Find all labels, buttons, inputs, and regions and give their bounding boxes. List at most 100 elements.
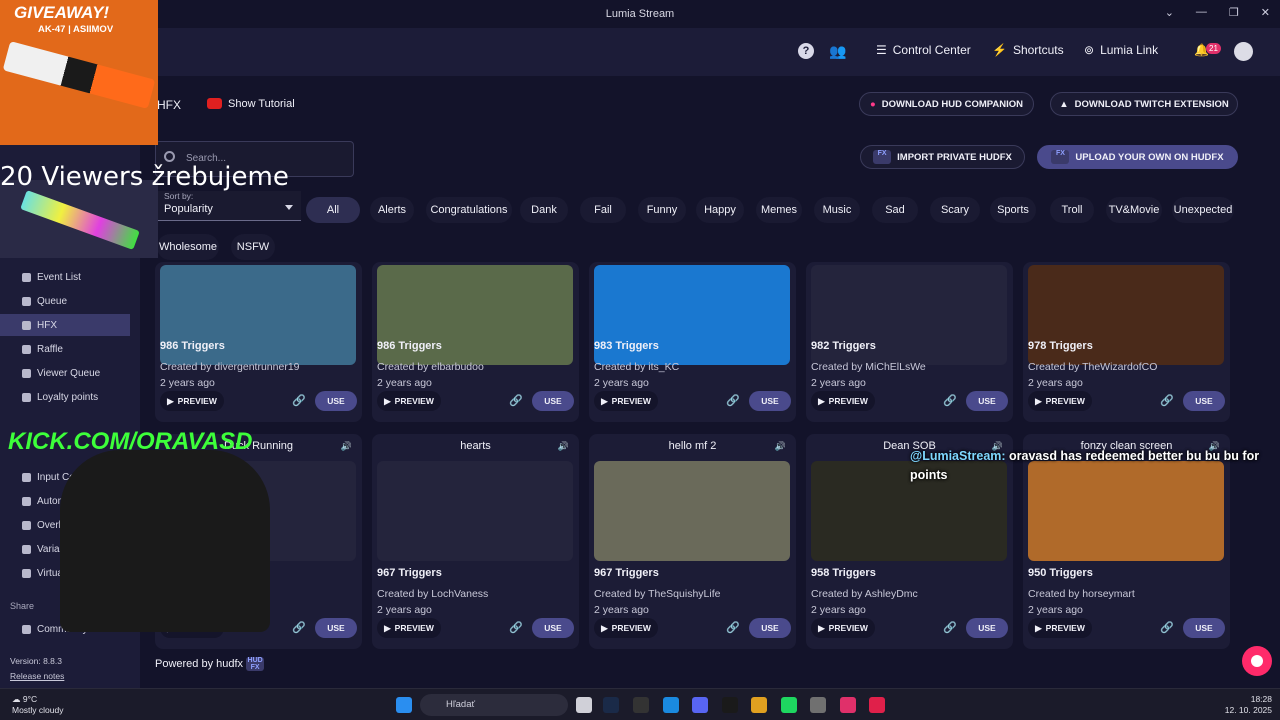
app-icon[interactable] (633, 697, 649, 713)
hfx-card[interactable]: 986 Triggers Created by elbarbudoo 2 years… (372, 262, 579, 422)
close-icon[interactable]: ✕ (1261, 6, 1270, 19)
sound-icon[interactable]: 🔊 (558, 441, 569, 452)
control-center-button[interactable]: ☰ Control Center (876, 43, 971, 57)
chat-fab-button[interactable] (1242, 646, 1272, 676)
sidebar-item-queue[interactable]: Queue (0, 290, 130, 312)
preview-button[interactable]: ▶PREVIEW (1028, 618, 1092, 638)
steam-icon[interactable] (603, 697, 619, 713)
hfx-card[interactable]: 982 Triggers Created by MiChElLsWe 2 years… (806, 262, 1013, 422)
use-button[interactable]: USE (966, 391, 1008, 411)
filter-chip-wholesome[interactable]: Wholesome (157, 234, 219, 260)
filter-chip-unexpected[interactable]: Unexpected (1172, 197, 1234, 223)
filter-chip-memes[interactable]: Memes (756, 197, 802, 223)
link-icon[interactable]: 🔗 (943, 621, 957, 634)
file-explorer-icon[interactable] (576, 697, 592, 713)
hfx-card[interactable]: hearts 🔊 967 Triggers Created by LochVaness… (372, 434, 579, 649)
preview-button[interactable]: ▶PREVIEW (1028, 391, 1092, 411)
import-private-hudfx-button[interactable]: FX IMPORT PRIVATE HUDFX (860, 145, 1025, 169)
preview-button[interactable]: ▶PREVIEW (160, 391, 224, 411)
filter-chip-scary[interactable]: Scary (930, 197, 980, 223)
hfx-card[interactable]: 986 Triggers Created by divergentrunner19… (155, 262, 362, 422)
link-icon[interactable]: 🔗 (292, 394, 306, 407)
tiktok-icon[interactable] (869, 697, 885, 713)
preview-button[interactable]: ▶PREVIEW (594, 391, 658, 411)
link-icon[interactable]: 🔗 (509, 621, 523, 634)
filter-chip-alerts[interactable]: Alerts (370, 197, 414, 223)
trigger-count: 983 Triggers (594, 340, 659, 352)
discord-icon[interactable] (692, 697, 708, 713)
use-button[interactable]: USE (1183, 391, 1225, 411)
release-notes-link[interactable]: Release notes (10, 671, 64, 681)
filter-chip-happy[interactable]: Happy (696, 197, 744, 223)
use-button[interactable]: USE (966, 618, 1008, 638)
link-icon[interactable]: 🔗 (1160, 394, 1174, 407)
sidebar-item-hfx[interactable]: HFX (0, 314, 130, 336)
coin-icon (22, 392, 31, 402)
link-icon[interactable]: 🔗 (943, 394, 957, 407)
filter-chip-sad[interactable]: Sad (872, 197, 918, 223)
sidebar-item-viewer-queue[interactable]: Viewer Queue (0, 362, 130, 384)
hfx-card[interactable]: 978 Triggers Created by TheWizardofCO 2 ye… (1023, 262, 1230, 422)
app-icon[interactable] (722, 697, 738, 713)
filter-chip-sports[interactable]: Sports (990, 197, 1036, 223)
top-nav: ? 👥 ☰ Control Center ⚡ Shortcuts ⊚ Lumia Li… (0, 28, 1280, 76)
link-icon[interactable]: 🔗 (726, 621, 740, 634)
windows-start-icon[interactable] (396, 697, 412, 713)
users-button[interactable]: 👥 (829, 43, 846, 60)
show-tutorial-button[interactable]: Show Tutorial (228, 98, 295, 110)
filter-chip-music[interactable]: Music (814, 197, 860, 223)
sidebar-item-event-list[interactable]: Event List (0, 266, 130, 288)
use-button[interactable]: USE (532, 391, 574, 411)
sound-icon[interactable]: 🔊 (341, 441, 352, 452)
shortcuts-button[interactable]: ⚡ Shortcuts (992, 43, 1064, 57)
download-hud-companion-button[interactable]: ● DOWNLOAD HUD COMPANION (859, 92, 1034, 116)
lumia-icon[interactable] (840, 697, 856, 713)
spotify-icon[interactable] (781, 697, 797, 713)
sidebar-item-raffle[interactable]: Raffle (0, 338, 130, 360)
clock[interactable]: 18:28 12. 10. 2025 (1225, 694, 1272, 716)
use-button[interactable]: USE (315, 391, 357, 411)
lumia-link-button[interactable]: ⊚ Lumia Link (1084, 43, 1158, 57)
filter-chip-dank[interactable]: Dank (520, 197, 568, 223)
help-button[interactable]: ? (798, 43, 814, 59)
card-thumbnail[interactable] (594, 461, 790, 561)
filter-chip-tv-movie[interactable]: TV&Movie (1106, 197, 1162, 223)
preview-button[interactable]: ▶PREVIEW (377, 618, 441, 638)
preview-button[interactable]: ▶PREVIEW (811, 391, 875, 411)
use-button[interactable]: USE (1183, 618, 1225, 638)
weather-widget[interactable]: ☁ 9°C Mostly cloudy (12, 694, 64, 716)
avatar[interactable] (1234, 42, 1253, 61)
minimize-icon[interactable]: — (1196, 6, 1207, 19)
filter-chip-nsfw[interactable]: NSFW (231, 234, 275, 260)
preview-button[interactable]: ▶PREVIEW (811, 618, 875, 638)
filter-chip-fail[interactable]: Fail (580, 197, 626, 223)
link-icon[interactable]: 🔗 (509, 394, 523, 407)
use-button[interactable]: USE (749, 391, 791, 411)
preview-button[interactable]: ▶PREVIEW (377, 391, 441, 411)
use-button[interactable]: USE (532, 618, 574, 638)
card-thumbnail[interactable] (377, 461, 573, 561)
obs-icon[interactable] (810, 697, 826, 713)
restore-icon[interactable]: ❐ (1229, 6, 1239, 19)
filter-chip-congratulations[interactable]: Congratulations (426, 197, 512, 223)
upload-own-hudfx-button[interactable]: FX UPLOAD YOUR OWN ON HUDFX (1037, 145, 1238, 169)
edge-icon[interactable] (663, 697, 679, 713)
taskbar-search[interactable]: Hľadať (420, 694, 568, 716)
link-icon[interactable]: 🔗 (1160, 621, 1174, 634)
sort-select[interactable]: Sort by: Popularity (158, 191, 301, 221)
filter-chip-funny[interactable]: Funny (638, 197, 686, 223)
sound-icon[interactable]: 🔊 (775, 441, 786, 452)
chrome-icon[interactable] (751, 697, 767, 713)
preview-button[interactable]: ▶PREVIEW (594, 618, 658, 638)
use-button[interactable]: USE (315, 618, 357, 638)
filter-chip-all[interactable]: All (306, 197, 360, 223)
hfx-card[interactable]: hello mf 2 🔊 967 Triggers Created by TheSqu… (589, 434, 796, 649)
link-icon[interactable]: 🔗 (292, 621, 306, 634)
collapse-icon[interactable]: ⌄ (1165, 6, 1174, 19)
use-button[interactable]: USE (749, 618, 791, 638)
sidebar-item-loyalty-points[interactable]: Loyalty points (0, 386, 130, 408)
download-twitch-extension-button[interactable]: ▲ DOWNLOAD TWITCH EXTENSION (1050, 92, 1238, 116)
link-icon[interactable]: 🔗 (726, 394, 740, 407)
hfx-card[interactable]: 983 Triggers Created by its_KC 2 years ago… (589, 262, 796, 422)
filter-chip-troll[interactable]: Troll (1050, 197, 1094, 223)
